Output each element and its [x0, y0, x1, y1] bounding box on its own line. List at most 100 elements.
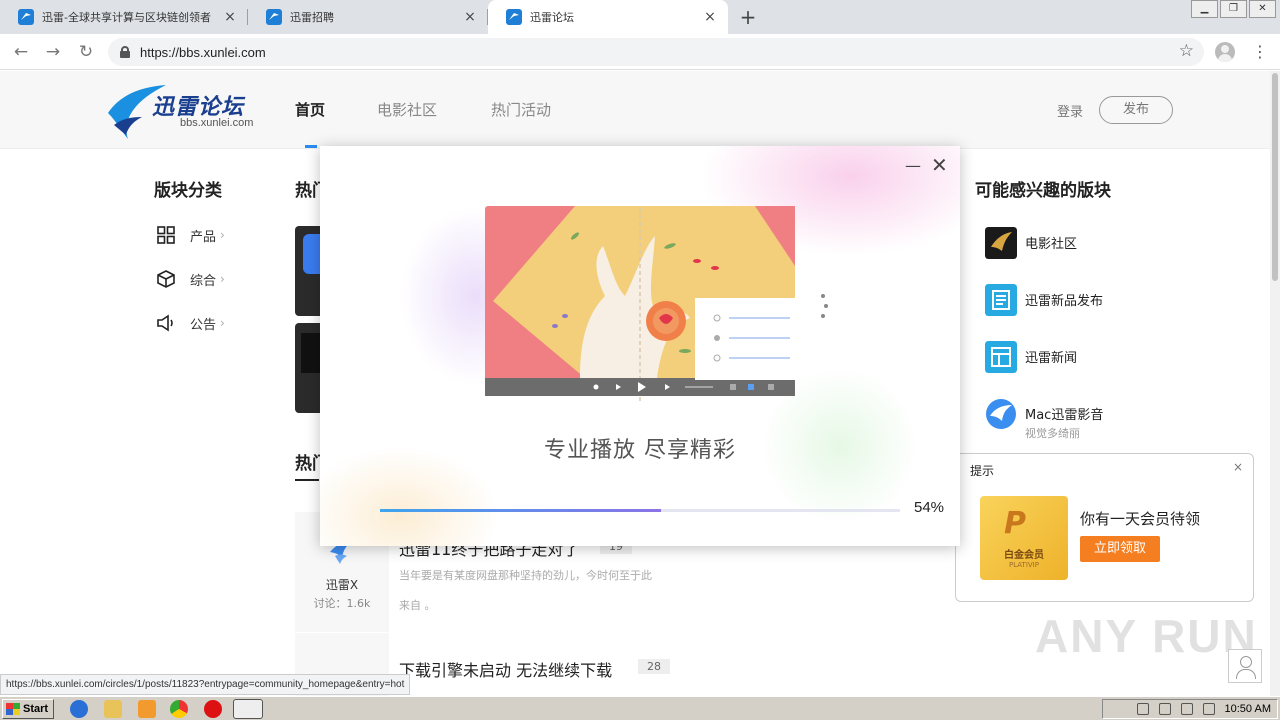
reload-icon[interactable]: ↻ — [74, 40, 98, 64]
grid-icon — [157, 226, 175, 244]
category-label: 综合 — [190, 273, 217, 289]
nav-hot-events[interactable]: 热门活动 — [491, 99, 551, 120]
chevron-right-icon: › — [220, 272, 225, 286]
tab-xunlei-forum[interactable]: 迅雷论坛 × — [488, 0, 728, 34]
interest-item-mac-player[interactable]: Mac迅雷影音 视觉多绮丽 — [985, 398, 1103, 441]
vip-tip-popup: 提示 × P 白金会员 PLATIVIP 你有一天会员待领 立即领取 — [955, 453, 1254, 602]
movie-community-icon — [985, 227, 1017, 259]
xunlei-task-icon[interactable] — [233, 699, 263, 719]
tab-close-icon[interactable]: × — [462, 9, 478, 25]
interest-item-movie[interactable]: 电影社区 — [985, 227, 1077, 259]
publish-button[interactable]: 发布 — [1099, 96, 1173, 124]
clock: 10:50 AM — [1224, 703, 1271, 715]
status-bar-url: https://bbs.xunlei.com/circles/1/posts/1… — [0, 674, 411, 695]
user-feedback-icon[interactable] — [1228, 649, 1262, 683]
bookmark-star-icon[interactable]: ☆ — [1179, 41, 1194, 61]
dialog-minimize-button[interactable]: — — [905, 156, 921, 175]
network-icon[interactable] — [1180, 703, 1193, 715]
claim-button[interactable]: 立即领取 — [1080, 536, 1160, 562]
volume-icon[interactable] — [1158, 703, 1171, 715]
vip-p-logo-icon: P — [1004, 506, 1026, 541]
player-illustration-icon — [485, 206, 828, 401]
post-description: 当年要是有某度网盘那种坚持的劲儿，今时何至于此 — [399, 569, 652, 582]
tab-close-icon[interactable]: × — [702, 9, 718, 25]
scrollbar-thumb[interactable] — [1272, 73, 1278, 281]
nav-movie-community[interactable]: 电影社区 — [377, 99, 437, 120]
taskbar: Start 10:50 AM — [0, 696, 1280, 720]
new-tab-button[interactable]: + — [736, 5, 760, 29]
login-link[interactable]: 登录 — [1057, 101, 1083, 120]
interest-item-news[interactable]: 迅雷新闻 — [985, 341, 1077, 373]
category-label: 公告 — [190, 317, 217, 333]
xunlei-favicon-icon — [506, 9, 522, 25]
post-title[interactable]: 下载引擎未启动 无法继续下载 — [399, 657, 612, 681]
interest-label: Mac迅雷影音 — [1025, 408, 1104, 423]
site-header: 迅雷论坛 bbs.xunlei.com 首页 电影社区 热门活动 登录 发布 — [0, 71, 1270, 149]
opera-icon[interactable] — [204, 700, 222, 718]
tab-label: 迅雷-全球共享计算与区块链创领者 — [42, 11, 211, 24]
xunlei-favicon-icon — [266, 9, 282, 25]
install-progress-bar — [380, 509, 900, 512]
windows-flag-icon — [6, 703, 20, 715]
tab-label: 迅雷论坛 — [530, 11, 574, 24]
post-discussion-count: 讨论：1.6k — [313, 597, 371, 610]
site-logo[interactable]: 迅雷论坛 bbs.xunlei.com — [106, 79, 276, 143]
post-source: 来自 。 — [399, 599, 436, 612]
interest-label: 迅雷新闻 — [1025, 351, 1078, 366]
category-title: 版块分类 — [154, 181, 222, 201]
chevron-right-icon: › — [220, 228, 225, 242]
window-restore-button[interactable]: ❐ — [1220, 0, 1247, 18]
tab-close-icon[interactable]: × — [222, 9, 238, 25]
address-url: https://bbs.xunlei.com — [140, 44, 266, 60]
tip-title: 提示 — [970, 464, 995, 478]
nav-home[interactable]: 首页 — [295, 99, 325, 120]
ie-icon[interactable] — [70, 700, 88, 718]
tab-xunlei-jobs[interactable]: 迅雷招聘 × — [248, 0, 488, 34]
chrome-icon[interactable] — [170, 700, 188, 718]
interest-title: 可能感兴趣的版块 — [975, 181, 1111, 201]
megaphone-icon — [157, 314, 173, 332]
dialog-close-button[interactable]: ✕ — [931, 153, 948, 177]
dialog-tagline: 专业播放 尽享精彩 — [544, 438, 736, 463]
lock-icon — [120, 46, 130, 58]
category-label: 产品 — [190, 229, 217, 245]
category-item-announcement[interactable]: 公告 › — [156, 313, 225, 333]
interest-subtitle: 视觉多绮丽 — [1025, 427, 1080, 440]
tip-message: 你有一天会员待领 — [1080, 510, 1201, 528]
post-reply-count: 28 — [638, 659, 670, 674]
vip-card: P 白金会员 PLATIVIP — [980, 496, 1068, 580]
interest-label: 迅雷新品发布 — [1025, 294, 1104, 309]
page-scrollbar[interactable] — [1270, 71, 1280, 698]
window-minimize-button[interactable]: ▁ — [1191, 0, 1218, 18]
folder-icon[interactable] — [104, 700, 122, 718]
start-label: Start — [23, 703, 49, 715]
window-close-button[interactable]: ✕ — [1249, 0, 1276, 18]
menu-dots-icon[interactable]: ⋮ — [1252, 43, 1268, 61]
browser-toolbar: ← → ↻ https://bbs.xunlei.com ☆ ⋮ — [0, 34, 1280, 70]
nav-active-indicator — [305, 145, 317, 148]
interest-item-new-products[interactable]: 迅雷新品发布 — [985, 284, 1103, 316]
close-icon[interactable]: × — [1233, 460, 1243, 474]
cube-icon — [157, 270, 175, 288]
install-progress-fill — [380, 509, 661, 512]
installer-dialog: — ✕ 专业播放 尽享精彩 54% — [320, 146, 960, 546]
back-arrow-icon[interactable]: ← — [9, 40, 33, 64]
address-bar[interactable]: https://bbs.xunlei.com ☆ — [108, 38, 1204, 66]
vip-card-en: PLATIVIP — [1009, 561, 1039, 569]
install-progress-percent: 54% — [914, 499, 945, 516]
media-player-icon[interactable] — [138, 700, 156, 718]
mac-player-icon — [986, 399, 1016, 429]
tab-xunlei-home[interactable]: 迅雷-全球共享计算与区块链创领者 × — [0, 0, 248, 34]
flag-icon[interactable] — [1202, 703, 1215, 715]
hot-posts-underline — [295, 479, 319, 481]
category-item-product[interactable]: 产品 › — [156, 225, 225, 245]
post-author[interactable]: 迅雷X — [295, 576, 389, 593]
category-item-general[interactable]: 综合 › — [156, 269, 225, 289]
start-button[interactable]: Start — [2, 699, 54, 719]
system-tray: 10:50 AM — [1102, 699, 1278, 719]
forward-arrow-icon[interactable]: → — [41, 40, 65, 64]
news-layout-icon — [985, 341, 1017, 373]
chevron-right-icon: › — [220, 316, 225, 330]
tray-arrow-icon[interactable] — [1136, 703, 1149, 715]
profile-avatar-icon[interactable] — [1215, 42, 1235, 62]
